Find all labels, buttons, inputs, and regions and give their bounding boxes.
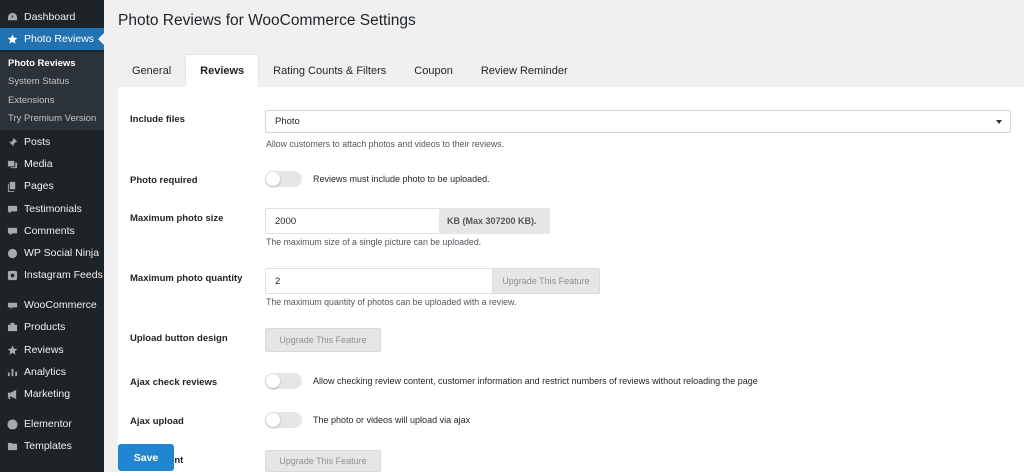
sidebar-item-dashboard[interactable]: Dashboard — [0, 6, 104, 28]
page-title: Photo Reviews for WooCommerce Settings — [118, 12, 416, 29]
tab-reviews[interactable]: Reviews — [185, 54, 260, 87]
upgrade-feature-button[interactable]: Upgrade This Feature — [265, 328, 381, 352]
sidebar-item-posts[interactable]: Posts — [0, 131, 104, 153]
sidebar-item-label: Media — [24, 158, 53, 170]
pages-icon — [0, 181, 24, 192]
instagram-icon — [0, 270, 24, 281]
sidebar-item-label: Testimonials — [24, 203, 82, 215]
star-icon — [0, 344, 24, 356]
include-files-value: Photo — [275, 116, 300, 127]
upload-button-design-label: Upload button design — [130, 333, 228, 344]
max-photo-quantity-description: The maximum quantity of photos can be up… — [266, 297, 517, 307]
sidebar-item-label: Photo Reviews — [24, 33, 95, 45]
include-files-select[interactable]: Photo — [265, 110, 1011, 133]
elementor-icon — [0, 418, 24, 430]
sidebar-item-label: Instagram Feeds — [24, 269, 103, 281]
tab-rating-counts-filters[interactable]: Rating Counts & Filters — [259, 54, 400, 87]
sidebar-item-products[interactable]: Products — [0, 316, 104, 338]
ajax-check-reviews-text: Allow checking review content, customer … — [313, 376, 758, 386]
ninja-icon — [0, 248, 24, 259]
max-photo-quantity-input[interactable]: 2 — [265, 268, 493, 294]
woocommerce-icon — [0, 300, 24, 311]
sidebar-item-media[interactable]: Media — [0, 153, 104, 175]
testimonials-icon — [0, 204, 24, 215]
sidebar-item-comments[interactable]: Comments — [0, 220, 104, 242]
sidebar-item-label: Posts — [24, 136, 51, 148]
max-photo-size-input[interactable]: 2000 — [265, 208, 440, 234]
include-files-label: Include files — [130, 114, 185, 125]
sidebar-item-elementor[interactable]: Elementor — [0, 413, 104, 435]
sidebar-item-testimonials[interactable]: Testimonials — [0, 198, 104, 220]
active-indicator — [98, 33, 104, 45]
products-icon — [0, 322, 24, 333]
ajax-upload-label: Ajax upload — [130, 416, 184, 427]
ajax-upload-toggle[interactable] — [265, 412, 302, 428]
sidebar-item-label: WP Social Ninja — [24, 247, 100, 259]
toggle-knob — [266, 374, 280, 388]
sidebar-item-wp-social-ninja[interactable]: WP Social Ninja — [0, 242, 104, 264]
submenu-system-status[interactable]: System Status — [8, 76, 69, 87]
photo-required-toggle[interactable] — [265, 171, 302, 187]
sidebar-item-label: Reviews — [24, 344, 64, 356]
ajax-check-reviews-label: Ajax check reviews — [130, 377, 218, 388]
toggle-knob — [266, 172, 280, 186]
toggle-knob — [266, 413, 280, 427]
tab-coupon[interactable]: Coupon — [400, 54, 467, 87]
sidebar-item-photo-reviews[interactable]: Photo Reviews — [0, 28, 104, 50]
tab-general[interactable]: General — [118, 54, 185, 87]
sidebar-item-instagram-feeds[interactable]: Instagram Feeds — [0, 264, 104, 286]
sidebar-item-marketing[interactable]: Marketing — [0, 383, 104, 405]
dashboard-icon — [0, 12, 24, 23]
submenu-extensions[interactable]: Extensions — [8, 95, 54, 106]
sidebar-item-label: Marketing — [24, 388, 71, 400]
star-icon — [0, 33, 24, 45]
photo-required-text: Reviews must include photo to be uploade… — [313, 174, 490, 184]
sidebar-item-label: Templates — [24, 440, 72, 452]
admin-sidebar: Dashboard Photo Reviews Photo Reviews Sy… — [0, 0, 104, 472]
megaphone-icon — [0, 389, 24, 400]
sidebar-item-label: Comments — [24, 225, 75, 237]
photo-required-label: Photo required — [130, 175, 198, 186]
upgrade-feature-button[interactable]: Upgrade This Feature — [265, 450, 381, 472]
submenu-photo-reviews[interactable]: Photo Reviews — [8, 58, 76, 69]
max-photo-size-description: The maximum size of a single picture can… — [266, 237, 482, 247]
chevron-down-icon — [996, 120, 1002, 124]
sidebar-item-label: Analytics — [24, 366, 67, 378]
comments-icon — [0, 226, 24, 237]
sidebar-item-analytics[interactable]: Analytics — [0, 361, 104, 383]
folder-icon — [0, 441, 24, 452]
sidebar-item-woocommerce[interactable]: WooCommerce — [0, 294, 104, 316]
sidebar-item-pages[interactable]: Pages — [0, 175, 104, 197]
sidebar-item-label: WooCommerce — [24, 299, 97, 311]
include-files-description: Allow customers to attach photos and vid… — [266, 139, 505, 149]
max-photo-size-unit: KB (Max 307200 KB). — [439, 208, 550, 234]
sidebar-item-label: Dashboard — [24, 11, 76, 23]
sidebar-submenu: Photo Reviews System Status Extensions T… — [0, 52, 104, 130]
ajax-upload-text: The photo or videos will upload via ajax — [313, 415, 471, 425]
analytics-icon — [0, 367, 24, 378]
ajax-check-reviews-toggle[interactable] — [265, 373, 302, 389]
max-photo-quantity-label: Maximum photo quantity — [130, 273, 243, 284]
sidebar-item-reviews[interactable]: Reviews — [0, 339, 104, 361]
tab-review-reminder[interactable]: Review Reminder — [467, 54, 582, 87]
save-button[interactable]: Save — [118, 444, 174, 471]
sidebar-item-templates[interactable]: Templates — [0, 435, 104, 457]
sidebar-item-label: Products — [24, 321, 66, 333]
upgrade-feature-button[interactable]: Upgrade This Feature — [492, 268, 600, 294]
sidebar-item-label: Elementor — [24, 418, 72, 430]
pin-icon — [0, 137, 24, 148]
max-photo-size-label: Maximum photo size — [130, 213, 224, 224]
settings-tabs: General Reviews Rating Counts & Filters … — [118, 54, 582, 87]
media-icon — [0, 159, 24, 170]
submenu-try-premium[interactable]: Try Premium Version — [8, 113, 96, 124]
sidebar-item-label: Pages — [24, 180, 54, 192]
